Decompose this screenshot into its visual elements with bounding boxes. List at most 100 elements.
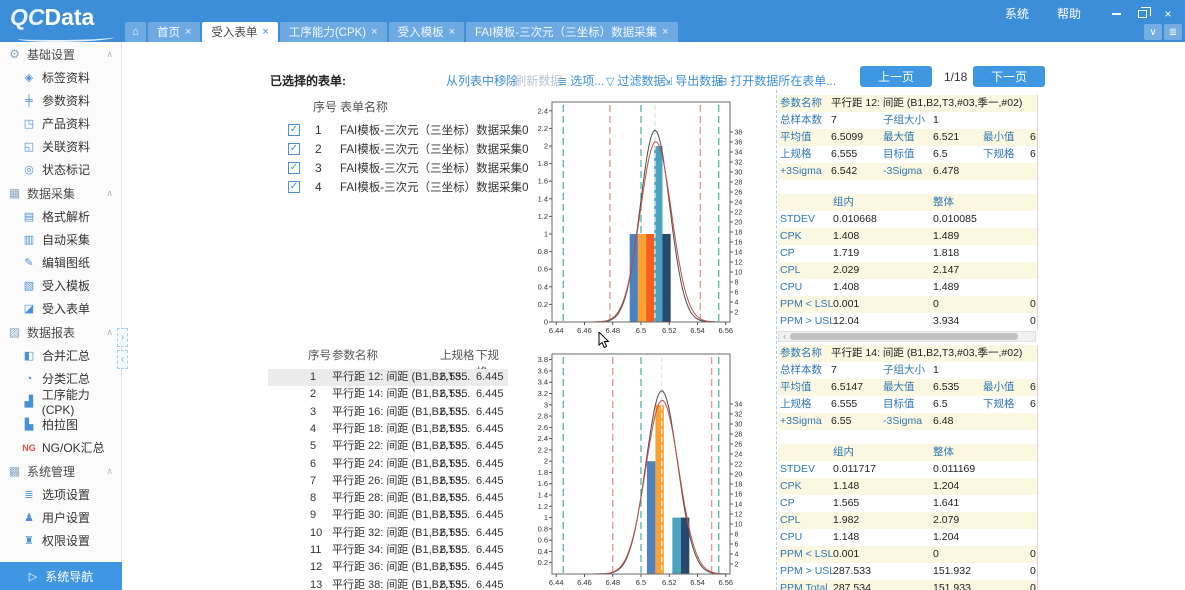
table-row[interactable]: 4平行距 18: 间距 (B1,B2,T3...6.5556.445: [268, 421, 508, 438]
svg-text:14: 14: [735, 250, 743, 257]
table-row[interactable]: 9平行距 30: 间距 (B1,B2,T3...6.5556.445: [268, 507, 508, 524]
sidebar-item[interactable]: ♜权限设置: [0, 529, 121, 552]
sidebar-collapse-handle[interactable]: ‹: [117, 350, 128, 369]
chevron-down-icon[interactable]: ∨: [1144, 24, 1162, 40]
item-label: NG/OK汇总: [42, 439, 105, 456]
stats-row: +3Sigma6.542-3Sigma6.478: [778, 163, 1037, 180]
cell-no: 12: [310, 559, 322, 576]
svg-text:10: 10: [735, 522, 743, 529]
sidebar-item[interactable]: ╪参数资料: [0, 89, 121, 112]
system-nav-button[interactable]: ▷系统导航: [0, 562, 122, 590]
tab-home[interactable]: ⌂: [125, 22, 146, 42]
tab-5[interactable]: FAI模板-三次元（三坐标）数据采集×: [466, 22, 678, 42]
table-row[interactable]: 3平行距 16: 间距 (B1,B2,T3...6.5556.445: [268, 404, 508, 421]
table-row[interactable]: 12平行距 36: 间距 (B1,B2,T3...6.5556.445: [268, 559, 508, 576]
form-list-row[interactable]: ✓2FAI模板-三次元（三坐标）数据采集07061440: [268, 139, 518, 158]
sidebar-item[interactable]: ◪受入表单: [0, 297, 121, 320]
table-row[interactable]: 11平行距 34: 间距 (B1,B2,T3...6.5556.445: [268, 542, 508, 559]
table-row[interactable]: 10平行距 32: 间距 (B1,B2,T3...6.5556.445: [268, 525, 508, 542]
item-label: 自动采集: [42, 231, 90, 248]
sidebar-item[interactable]: ◧合并汇总: [0, 344, 121, 367]
sidebar-item[interactable]: ▤格式解析: [0, 205, 121, 228]
sidebar-item[interactable]: ◎状态标记: [0, 158, 121, 181]
stats-panel-hscrollbar[interactable]: ‹: [778, 331, 1036, 342]
checkbox-checked[interactable]: ✓: [288, 162, 300, 174]
menu-system[interactable]: 系统: [991, 3, 1043, 24]
stats-row: 上规格6.555目标值6.5下规格6: [778, 396, 1037, 413]
tab-4[interactable]: 受入模板×: [389, 22, 464, 42]
checkbox-checked[interactable]: ✓: [288, 143, 300, 155]
scroll-left-arrow-icon[interactable]: ‹: [780, 332, 789, 341]
table-row[interactable]: 8平行距 28: 间距 (B1,B2,T3...6.5556.445: [268, 490, 508, 507]
parameter-table: 序号参数名称上规格下规格1平行距 12: 间距 (B1,B2,T3...6.55…: [268, 346, 508, 590]
tab-close-icon[interactable]: ×: [449, 26, 455, 38]
chevron-up-icon[interactable]: ∧: [106, 327, 113, 338]
sidebar-item[interactable]: ▧受入模板: [0, 274, 121, 297]
table-row[interactable]: 1平行距 12: 间距 (B1,B2,T3...6.5556.445: [268, 369, 508, 386]
hscrollbar-thumb[interactable]: [790, 333, 1018, 340]
restore-button[interactable]: [1129, 6, 1155, 22]
form-list-row[interactable]: ✓1FAI模板-三次元（三坐标）数据采集07061500: [268, 120, 518, 139]
checkbox-checked[interactable]: ✓: [288, 181, 300, 193]
metric-overall: 1.204: [933, 478, 959, 495]
table-row[interactable]: 2平行距 14: 间距 (B1,B2,T3...6.5556.445: [268, 386, 508, 403]
svg-text:34: 34: [735, 402, 743, 409]
stat-value: 1: [933, 362, 939, 379]
sidebar-item[interactable]: ≣选项设置: [0, 483, 121, 506]
svg-text:2: 2: [735, 310, 739, 317]
filter-data-link[interactable]: ▽过滤数据: [606, 72, 665, 89]
menu-help[interactable]: 帮助: [1043, 3, 1095, 24]
options-link[interactable]: ≣选项...: [558, 72, 604, 89]
export-data-link[interactable]: ⇲导出数据: [663, 72, 723, 89]
paper-plane-icon: ▷: [29, 570, 37, 583]
tab-close-icon[interactable]: ×: [262, 26, 268, 38]
svg-text:2.2: 2.2: [538, 445, 548, 454]
minimize-button[interactable]: [1103, 6, 1129, 22]
tab-1[interactable]: 首页×: [148, 22, 200, 42]
open-source-form-link[interactable]: ⊟打开数据所在表单...: [718, 72, 836, 89]
form-list-row[interactable]: ✓4FAI模板-三次元（三坐标）数据采集07051705: [268, 177, 518, 196]
next-page-button[interactable]: 下一页: [973, 66, 1045, 87]
prev-page-button[interactable]: 上一页: [860, 66, 932, 87]
sidebar-section-1[interactable]: ⚙基础设置∧: [0, 42, 121, 66]
sidebar-item[interactable]: ✎编辑图纸: [0, 251, 121, 274]
sidebar-section-2[interactable]: ▦数据采集∧: [0, 181, 121, 205]
tab-2[interactable]: 受入表单×: [202, 22, 277, 42]
toolbar-divider: |: [546, 71, 549, 85]
sidebar-item[interactable]: ◈标签资料: [0, 66, 121, 89]
table-row[interactable]: 7平行距 26: 间距 (B1,B2,T3...6.5556.445: [268, 473, 508, 490]
list-icon[interactable]: ≣: [1164, 24, 1182, 40]
sidebar-section-4[interactable]: ▩系统管理∧: [0, 459, 121, 483]
sliders-icon: ╪: [22, 95, 36, 107]
param-name-value: 平行距 14: 间距 (B1,B2,T3,#03,季一,#02): [831, 345, 1022, 362]
svg-text:1.6: 1.6: [538, 177, 548, 186]
close-button[interactable]: ×: [1155, 6, 1181, 22]
sidebar-item[interactable]: ▟工序能力(CPK): [0, 390, 121, 413]
tab-close-icon[interactable]: ×: [185, 26, 191, 38]
tab-close-icon[interactable]: ×: [371, 26, 377, 38]
tab-close-icon[interactable]: ×: [662, 26, 668, 38]
metric-within: 1.408: [833, 228, 859, 245]
sidebar-item[interactable]: NGNG/OK汇总: [0, 436, 121, 459]
param-name-value: 平行距 12: 间距 (B1,B2,T3,#03,季一,#02): [831, 95, 1022, 112]
metric-within: 287.533: [833, 563, 871, 580]
sidebar-expand-handle[interactable]: ›: [117, 328, 128, 347]
sidebar-item[interactable]: ◳产品资料: [0, 112, 121, 135]
sidebar-item[interactable]: ◱关联资料: [0, 135, 121, 158]
svg-text:2: 2: [544, 457, 548, 466]
table-row[interactable]: 6平行距 24: 间距 (B1,B2,T3...6.5556.445: [268, 456, 508, 473]
chevron-up-icon[interactable]: ∧: [106, 466, 113, 477]
form-list-row[interactable]: ✓3FAI模板-三次元（三坐标）数据采集07051800: [268, 158, 518, 177]
chevron-up-icon[interactable]: ∧: [106, 49, 113, 60]
section-label: 数据报表: [27, 324, 75, 341]
sidebar-section-3[interactable]: ▨数据报表∧: [0, 320, 121, 344]
chevron-up-icon[interactable]: ∧: [106, 188, 113, 199]
options-icon: ≣: [22, 488, 36, 501]
checkbox-checked[interactable]: ✓: [288, 124, 300, 136]
table-row[interactable]: 5平行距 22: 间距 (B1,B2,T3...6.5556.445: [268, 438, 508, 455]
sidebar-item[interactable]: ♟用户设置: [0, 506, 121, 529]
tab-3[interactable]: 工序能力(CPK)×: [280, 22, 387, 42]
table-row[interactable]: 13平行距 38: 间距 (B1,B2,T3...6.5556.445: [268, 577, 508, 590]
sidebar-item[interactable]: ▥自动采集: [0, 228, 121, 251]
refresh-data-link[interactable]: ↻刷新数据: [502, 72, 562, 89]
